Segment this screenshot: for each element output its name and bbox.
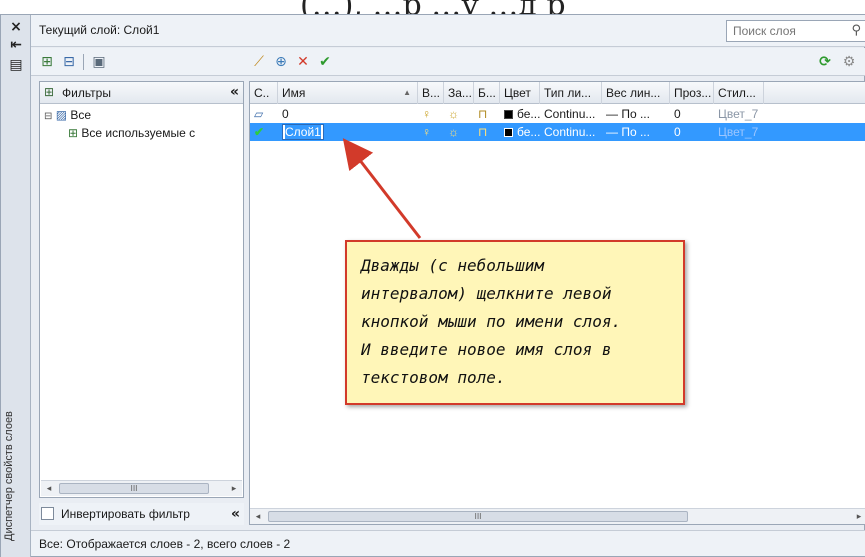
filters-title: Фильтры xyxy=(62,86,111,100)
tree-node-label: Все xyxy=(70,108,92,122)
col-name[interactable]: Имя ▲ xyxy=(278,82,418,104)
sun-icon[interactable]: ☼ xyxy=(444,123,474,141)
filter-all-icon: ▨ xyxy=(55,108,68,122)
layer-row[interactable]: ▱ 0 ♀ ☼ ⊓ бе... Continu... — По ... 0 Цв… xyxy=(250,105,865,123)
name-edit-field[interactable]: Слой1 xyxy=(282,124,324,140)
filter-tree-panel: ⊞ Фильтры « ⊟ ▨ Все ⊞ Все используемые с… xyxy=(39,81,244,498)
lightbulb-icon[interactable]: ♀ xyxy=(418,105,444,123)
sort-ascending-icon: ▲ xyxy=(403,88,411,97)
col-color[interactable]: Цвет xyxy=(500,82,540,104)
new-group-filter-icon[interactable]: ⊟ xyxy=(59,52,79,72)
settings-icon[interactable]: ⚙ xyxy=(839,52,859,72)
callout-line: Дважды (с небольшим xyxy=(361,256,545,275)
color-swatch xyxy=(504,128,513,138)
callout-line: И введите новое имя слоя в xyxy=(361,340,612,359)
scroll-right-icon[interactable]: ▸ xyxy=(852,510,865,524)
lightbulb-icon[interactable]: ♀ xyxy=(418,123,444,141)
col-transparency[interactable]: Проз... xyxy=(670,82,714,104)
sun-icon[interactable]: ☼ xyxy=(444,105,474,123)
new-layer-vp-frozen-icon[interactable]: ⊕ xyxy=(271,52,291,72)
expand-toggle-icon[interactable]: ⊟ xyxy=(44,111,52,122)
layer-plotstyle[interactable]: Цвет_7 xyxy=(714,123,764,141)
scroll-left-icon[interactable]: ◂ xyxy=(251,510,265,524)
status-text: Все: Отображается слоев - 2, всего слоев… xyxy=(39,537,291,551)
filter-hscrollbar[interactable]: ◂ III ▸ xyxy=(41,480,242,496)
layer-lineweight[interactable]: — По ... xyxy=(602,105,670,123)
scroll-left-icon[interactable]: ◂ xyxy=(42,482,56,496)
delete-layer-icon[interactable]: ✕ xyxy=(293,52,313,72)
layer-transparency[interactable]: 0 xyxy=(670,123,714,141)
invert-filter-row: Инвертировать фильтр « xyxy=(39,503,244,525)
layer-name[interactable]: 0 xyxy=(278,105,418,123)
search-input[interactable] xyxy=(727,21,837,41)
current-layer-check-icon: ✔ xyxy=(254,125,265,139)
scroll-thumb[interactable]: III xyxy=(268,511,688,522)
layer-color[interactable]: бе... xyxy=(500,105,540,123)
layer-list-hscrollbar[interactable]: ◂ III ▸ xyxy=(250,508,865,524)
layer-linetype[interactable]: Continu... xyxy=(540,105,602,123)
col-lock[interactable]: Б... xyxy=(474,82,500,104)
new-property-filter-icon[interactable]: ⊞ xyxy=(37,52,57,72)
status-bar: Все: Отображается слоев - 2, всего слоев… xyxy=(31,530,865,556)
filter-used-icon: ⊞ xyxy=(68,126,79,140)
close-icon[interactable]: × xyxy=(8,19,24,35)
callout-line: текстовом поле. xyxy=(361,368,506,387)
col-linetype[interactable]: Тип ли... xyxy=(540,82,602,104)
scroll-thumb[interactable]: III xyxy=(59,483,209,494)
instruction-callout: Дважды (с небольшим интервалом) щелкните… xyxy=(345,240,685,405)
col-status[interactable]: С.. xyxy=(250,82,278,104)
palette-title-strip: × ⇤ ▤ Диспетчер свойств слоев xyxy=(1,15,31,557)
properties-icon[interactable]: ▤ xyxy=(8,57,24,73)
tree-node-label: Все используемые с xyxy=(81,126,196,140)
layer-status-icon: ▱ xyxy=(254,107,264,121)
invert-filter-checkbox[interactable] xyxy=(41,507,54,520)
layer-search-box[interactable]: ⚲ xyxy=(726,20,865,42)
unlock-icon[interactable]: ⊓ xyxy=(474,123,500,141)
toolbar-divider xyxy=(83,54,84,70)
refresh-icon[interactable]: ⟳ xyxy=(815,52,835,72)
tree-node-used[interactable]: ⊞ Все используемые с xyxy=(68,126,195,140)
filter-icon: ⊞ xyxy=(44,85,55,99)
layer-row-selected[interactable]: ✔ Слой1 ♀ ☼ ⊓ бе... Continu... — По ... … xyxy=(250,123,865,141)
toolbar: ⊞ ⊟ ▣ ⟋ ⊕ ✕ ✔ ⟳ ⚙ xyxy=(31,48,865,76)
layer-plotstyle[interactable]: Цвет_7 xyxy=(714,105,764,123)
topbar: Текущий слой: Слой1 ⚲ xyxy=(31,15,865,47)
col-freeze[interactable]: За... xyxy=(444,82,474,104)
tree-node-all[interactable]: ⊟ ▨ Все xyxy=(44,108,91,122)
layer-list-header: С.. Имя ▲ В... За... Б... Цвет Тип ли... … xyxy=(250,82,865,104)
col-plotstyle[interactable]: Стил... xyxy=(714,82,764,104)
palette-vertical-title: Диспетчер свойств слоев xyxy=(3,411,15,541)
layer-lineweight[interactable]: — По ... xyxy=(602,123,670,141)
invert-filter-label: Инвертировать фильтр xyxy=(61,507,190,521)
search-icon[interactable]: ⚲ xyxy=(851,23,861,38)
layer-name-editor[interactable]: Слой1 xyxy=(278,123,418,141)
col-lineweight[interactable]: Вес лин... xyxy=(602,82,670,104)
col-on[interactable]: В... xyxy=(418,82,444,104)
current-layer-label: Текущий слой: Слой1 xyxy=(39,23,160,37)
layer-color[interactable]: бе... xyxy=(500,123,540,141)
set-current-icon[interactable]: ✔ xyxy=(315,52,335,72)
new-layer-icon[interactable]: ⟋ xyxy=(249,52,269,72)
scroll-right-icon[interactable]: ▸ xyxy=(227,482,241,496)
autohide-icon[interactable]: ⇤ xyxy=(8,37,24,53)
filter-tree-header: ⊞ Фильтры « xyxy=(40,82,243,104)
collapse-filters-bottom-button[interactable]: « xyxy=(231,506,240,522)
layer-transparency[interactable]: 0 xyxy=(670,105,714,123)
layer-states-manager-icon[interactable]: ▣ xyxy=(89,52,109,72)
callout-line: кнопкой мыши по имени слоя. xyxy=(361,312,622,331)
layer-linetype[interactable]: Continu... xyxy=(540,123,602,141)
color-swatch xyxy=(504,110,513,120)
unlock-icon[interactable]: ⊓ xyxy=(474,105,500,123)
collapse-filters-button[interactable]: « xyxy=(230,84,239,100)
callout-line: интервалом) щелкните левой xyxy=(361,284,612,303)
